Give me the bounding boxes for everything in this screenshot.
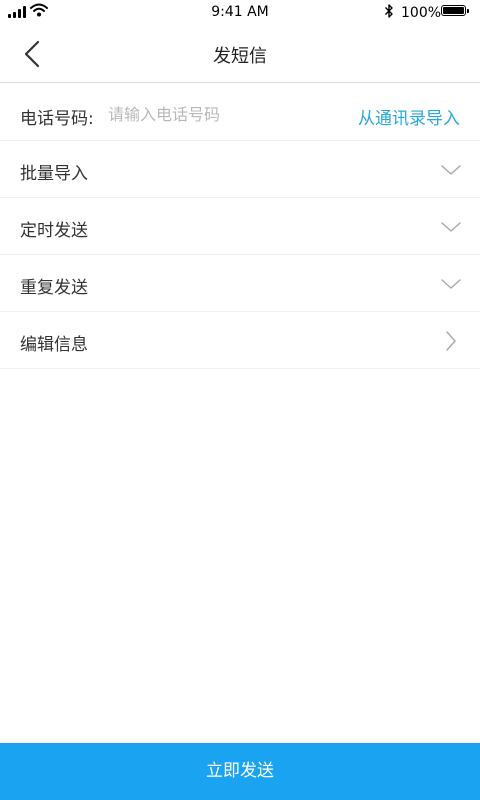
phone-number-label: 电话号码:	[20, 109, 94, 129]
page-title: 发短信	[213, 46, 267, 67]
row-edit-message[interactable]: 编辑信息	[0, 312, 480, 369]
row-label: 重复发送	[20, 278, 88, 298]
row-label: 批量导入	[20, 164, 88, 184]
row-label: 定时发送	[20, 221, 88, 241]
battery-percent: 100%	[401, 5, 442, 21]
chevron-down-icon	[441, 165, 461, 175]
phone-number-input[interactable]	[108, 101, 308, 127]
chevron-down-icon	[441, 279, 461, 289]
row-label: 编辑信息	[20, 335, 88, 355]
chevron-down-icon	[441, 222, 461, 232]
battery-icon	[441, 5, 469, 16]
row-repeat-send[interactable]: 重复发送	[0, 255, 480, 312]
row-scheduled-send[interactable]: 定时发送	[0, 198, 480, 255]
row-batch-import[interactable]: 批量导入	[0, 141, 480, 198]
status-bar: 9:41 AM 100%	[0, 0, 480, 26]
phone-number-row: 电话号码: 从通讯录导入	[0, 84, 480, 141]
nav-bar: 发短信	[0, 26, 480, 83]
send-now-button[interactable]: 立即发送	[0, 743, 480, 800]
import-from-contacts-link[interactable]: 从通讯录导入	[358, 104, 460, 129]
bluetooth-icon	[385, 4, 393, 18]
chevron-right-icon	[446, 331, 456, 351]
